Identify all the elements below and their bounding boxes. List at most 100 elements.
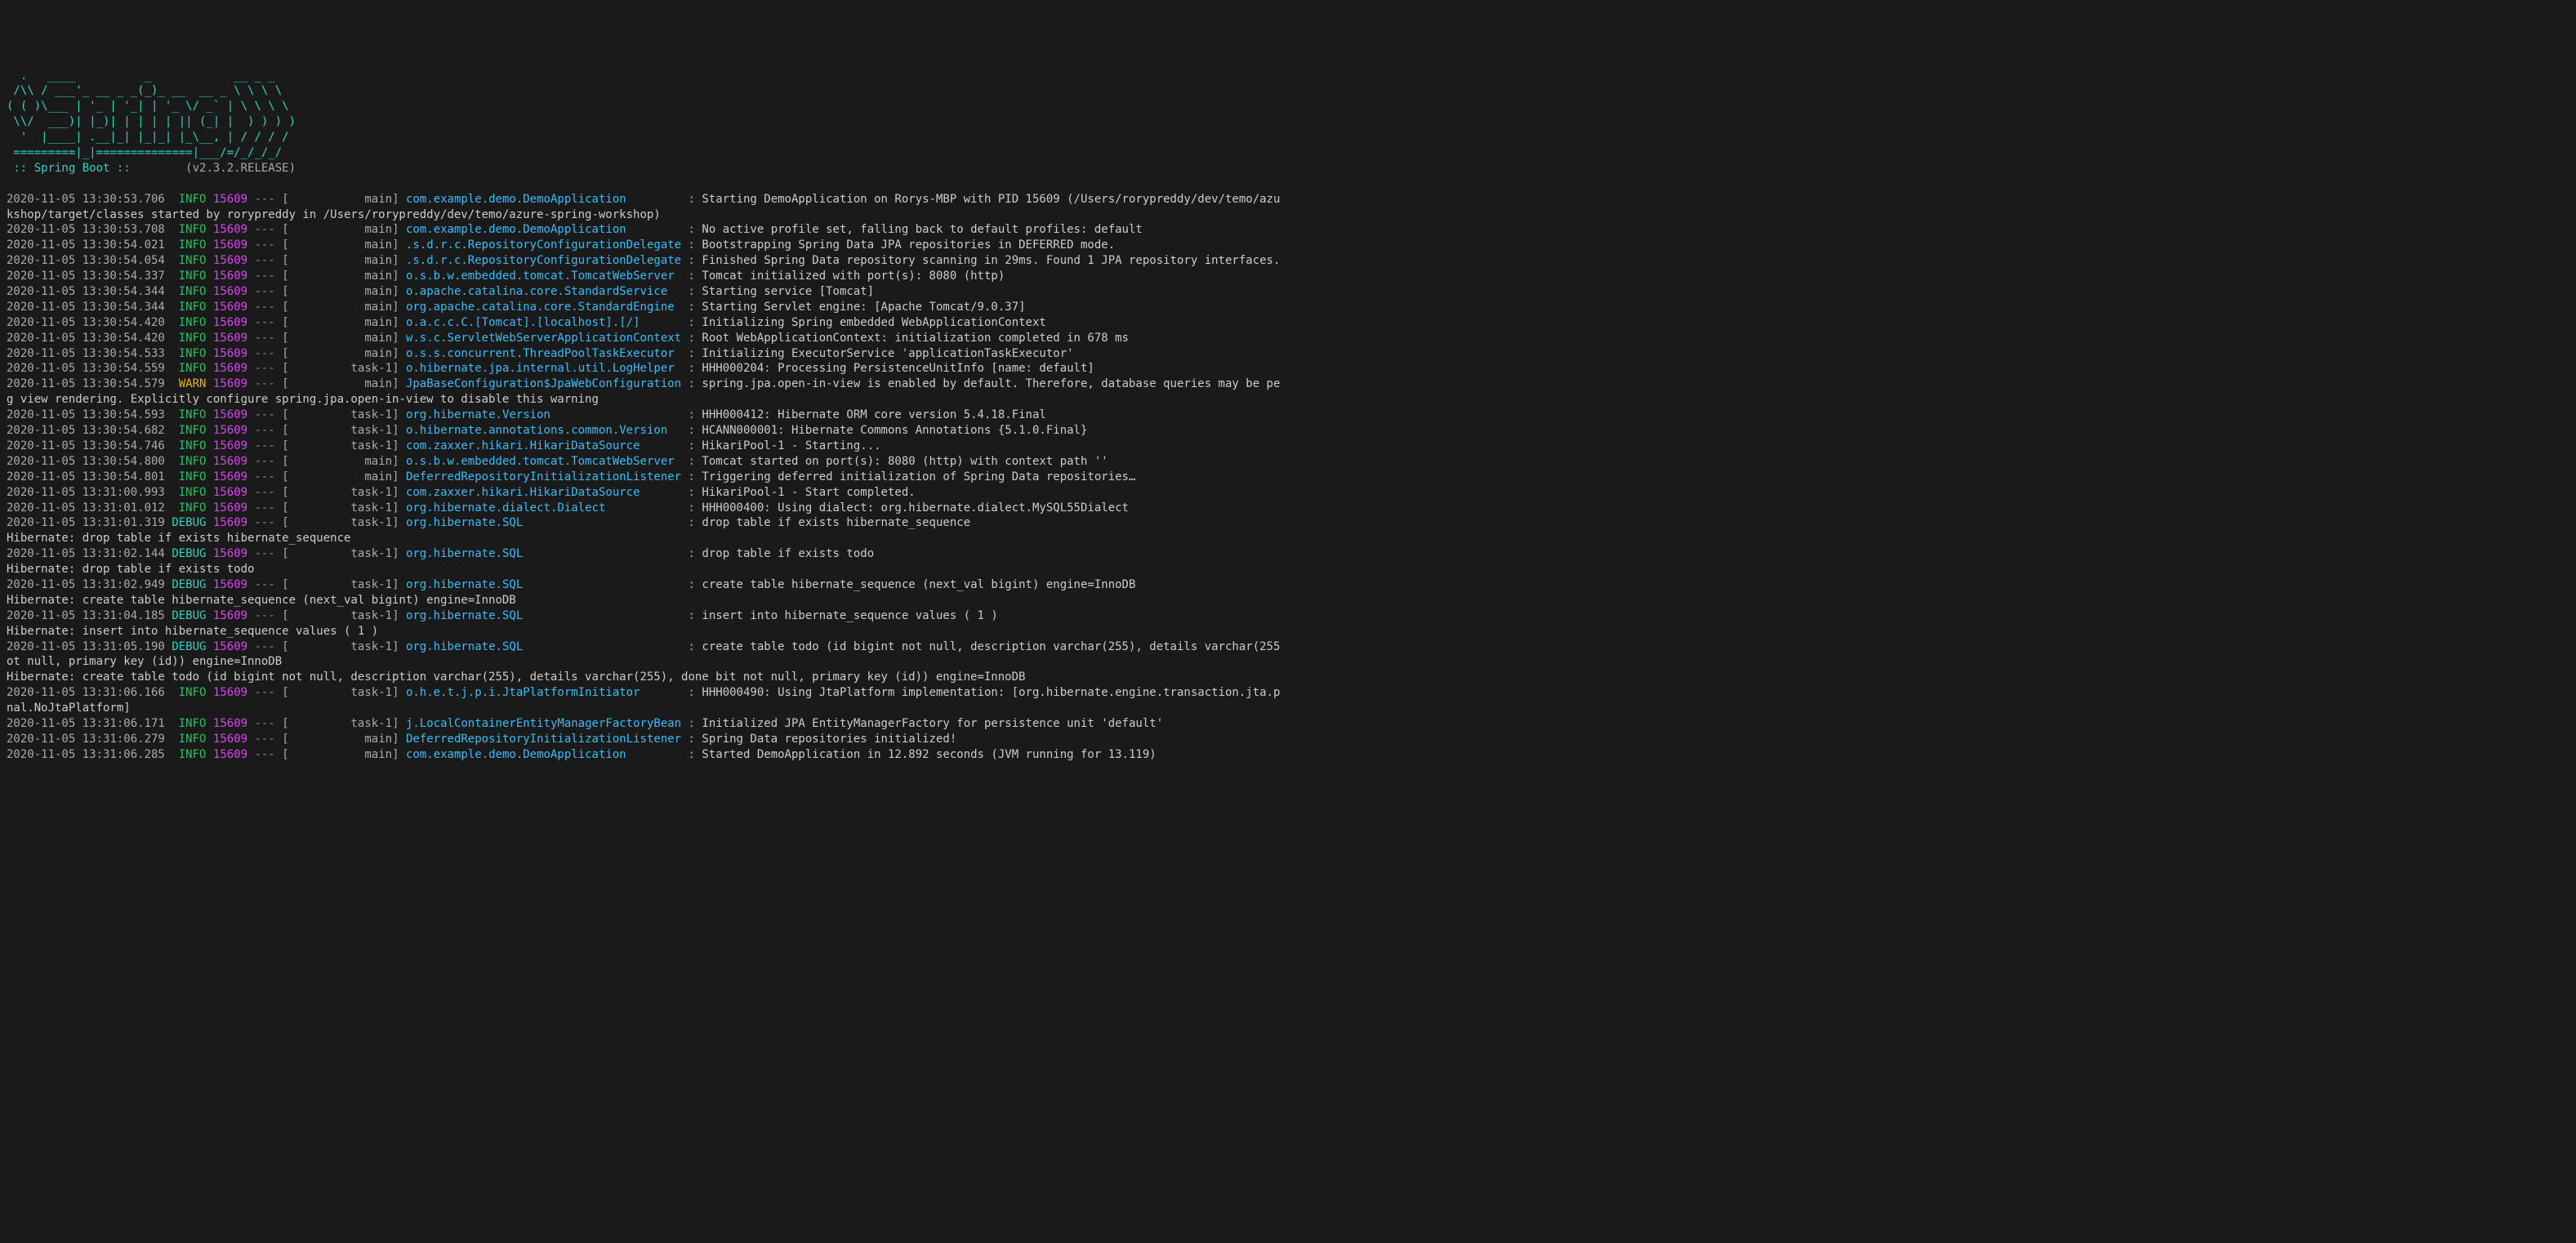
log-wrap-line: Hibernate: drop table if exists todo: [7, 562, 2569, 577]
log-level: DEBUG: [172, 578, 206, 591]
log-wrap-line: Hibernate: insert into hibernate_sequenc…: [7, 624, 2569, 639]
log-line: 2020-11-05 13:31:05.190 DEBUG 15609 --- …: [7, 639, 2569, 655]
log-message: create table todo (id bigint not null, d…: [702, 640, 1280, 653]
log-pid: 15609: [213, 733, 247, 746]
log-line: 2020-11-05 13:30:54.682 INFO 15609 --- […: [7, 423, 2569, 439]
log-level: WARN: [172, 377, 206, 390]
log-message: drop table if exists todo: [702, 547, 874, 560]
log-timestamp: 2020-11-05 13:31:04.185: [7, 609, 165, 622]
log-pid: 15609: [213, 501, 247, 515]
log-message: HHH000412: Hibernate ORM core version 5.…: [702, 408, 1045, 421]
log-pid: 15609: [213, 486, 247, 499]
log-logger: o.hibernate.annotations.common.Version: [406, 424, 681, 437]
log-logger: o.s.b.w.embedded.tomcat.TomcatWebServer: [406, 455, 681, 468]
log-message: Tomcat started on port(s): 8080 (http) w…: [702, 455, 1108, 468]
log-message: Started DemoApplication in 12.892 second…: [702, 748, 1156, 761]
log-thread: [ main]: [282, 270, 399, 283]
log-line: 2020-11-05 13:31:01.319 DEBUG 15609 --- …: [7, 515, 2569, 531]
log-line: 2020-11-05 13:30:54.559 INFO 15609 --- […: [7, 361, 2569, 376]
log-logger: w.s.c.ServletWebServerApplicationContext: [406, 332, 681, 345]
log-thread: [ main]: [282, 193, 399, 206]
log-thread: [ task-1]: [282, 547, 399, 560]
log-pid: 15609: [213, 347, 247, 360]
log-line: 2020-11-05 13:30:54.800 INFO 15609 --- […: [7, 454, 2569, 470]
log-level: INFO: [172, 193, 206, 206]
log-thread: [ main]: [282, 285, 399, 298]
log-logger: com.zaxxer.hikari.HikariDataSource: [406, 486, 681, 499]
log-thread: [ task-1]: [282, 362, 399, 375]
log-logger: o.a.c.c.C.[Tomcat].[localhost].[/]: [406, 316, 681, 329]
log-logger: org.hibernate.SQL: [406, 516, 681, 529]
log-thread: [ main]: [282, 301, 399, 314]
terminal-output[interactable]: . ____ _ __ _ _ /\\ / ___'_ __ _ _(_)_ _…: [7, 69, 2569, 763]
log-logger: o.hibernate.jpa.internal.util.LogHelper: [406, 362, 681, 375]
log-timestamp: 2020-11-05 13:30:54.682: [7, 424, 165, 437]
log-timestamp: 2020-11-05 13:30:54.579: [7, 377, 165, 390]
log-level: INFO: [172, 501, 206, 515]
log-wrap-line: Hibernate: create table todo (id bigint …: [7, 670, 2569, 685]
log-message: HHH000490: Using JtaPlatform implementat…: [702, 686, 1280, 699]
log-logger: o.s.b.w.embedded.tomcat.TomcatWebServer: [406, 270, 681, 283]
log-wrap-line: g view rendering. Explicitly configure s…: [7, 392, 2569, 408]
log-pid: 15609: [213, 362, 247, 375]
log-message: HCANN000001: Hibernate Commons Annotatio…: [702, 424, 1087, 437]
log-pid: 15609: [213, 238, 247, 252]
log-wrap-line: Hibernate: drop table if exists hibernat…: [7, 531, 2569, 546]
log-timestamp: 2020-11-05 13:30:54.344: [7, 301, 165, 314]
log-logger: com.zaxxer.hikari.HikariDataSource: [406, 439, 681, 452]
log-pid: 15609: [213, 748, 247, 761]
log-message: spring.jpa.open-in-view is enabled by de…: [702, 377, 1280, 390]
log-level: INFO: [172, 270, 206, 283]
log-timestamp: 2020-11-05 13:30:54.559: [7, 362, 165, 375]
log-thread: [ task-1]: [282, 424, 399, 437]
log-timestamp: 2020-11-05 13:31:06.171: [7, 717, 165, 730]
log-pid: 15609: [213, 547, 247, 560]
spring-banner-line: \\/ ___)| |_)| | | | | || (_| | ) ) ) ): [7, 114, 2569, 130]
log-timestamp: 2020-11-05 13:30:54.021: [7, 238, 165, 252]
log-line: 2020-11-05 13:31:06.285 INFO 15609 --- […: [7, 747, 2569, 763]
log-line: 2020-11-05 13:30:54.420 INFO 15609 --- […: [7, 331, 2569, 346]
log-level: DEBUG: [172, 547, 206, 560]
log-logger: .s.d.r.c.RepositoryConfigurationDelegate: [406, 254, 681, 267]
log-thread: [ task-1]: [282, 609, 399, 622]
log-logger: o.apache.catalina.core.StandardService: [406, 285, 681, 298]
log-pid: 15609: [213, 717, 247, 730]
log-timestamp: 2020-11-05 13:31:01.319: [7, 516, 165, 529]
log-thread: [ main]: [282, 470, 399, 483]
log-wrap-line: kshop/target/classes started by rorypred…: [7, 207, 2569, 223]
log-level: INFO: [172, 301, 206, 314]
log-logger: org.hibernate.SQL: [406, 640, 681, 653]
log-level: INFO: [172, 362, 206, 375]
log-level: INFO: [172, 316, 206, 329]
log-thread: [ task-1]: [282, 408, 399, 421]
log-level: INFO: [172, 717, 206, 730]
log-thread: [ main]: [282, 223, 399, 236]
log-pid: 15609: [213, 455, 247, 468]
log-line: 2020-11-05 13:30:53.706 INFO 15609 --- […: [7, 192, 2569, 207]
log-timestamp: 2020-11-05 13:30:54.801: [7, 470, 165, 483]
log-line: 2020-11-05 13:30:54.344 INFO 15609 --- […: [7, 300, 2569, 315]
log-pid: 15609: [213, 316, 247, 329]
log-pid: 15609: [213, 223, 247, 236]
log-thread: [ task-1]: [282, 717, 399, 730]
log-pid: 15609: [213, 578, 247, 591]
log-timestamp: 2020-11-05 13:31:06.279: [7, 733, 165, 746]
spring-banner-line: ' |____| .__|_| |_|_| |_\__, | / / / /: [7, 130, 2569, 145]
log-timestamp: 2020-11-05 13:31:06.285: [7, 748, 165, 761]
log-logger: DeferredRepositoryInitializationListener: [406, 733, 681, 746]
log-message: Starting DemoApplication on Rorys-MBP wi…: [702, 193, 1280, 206]
log-timestamp: 2020-11-05 13:31:06.166: [7, 686, 165, 699]
log-thread: [ main]: [282, 238, 399, 252]
spring-banner-footer: :: Spring Boot :: (v2.3.2.RELEASE): [7, 161, 2569, 176]
log-logger: org.hibernate.SQL: [406, 547, 681, 560]
log-logger: org.hibernate.dialect.Dialect: [406, 501, 681, 515]
log-line: 2020-11-05 13:30:54.337 INFO 15609 --- […: [7, 269, 2569, 284]
log-message: Initializing ExecutorService 'applicatio…: [702, 347, 1073, 360]
log-timestamp: 2020-11-05 13:31:00.993: [7, 486, 165, 499]
log-timestamp: 2020-11-05 13:31:05.190: [7, 640, 165, 653]
log-timestamp: 2020-11-05 13:31:02.144: [7, 547, 165, 560]
log-timestamp: 2020-11-05 13:30:53.706: [7, 193, 165, 206]
log-message: Starting service [Tomcat]: [702, 285, 874, 298]
log-line: 2020-11-05 13:31:01.012 INFO 15609 --- […: [7, 501, 2569, 516]
log-wrap-line: ot null, primary key (id)) engine=InnoDB: [7, 654, 2569, 670]
